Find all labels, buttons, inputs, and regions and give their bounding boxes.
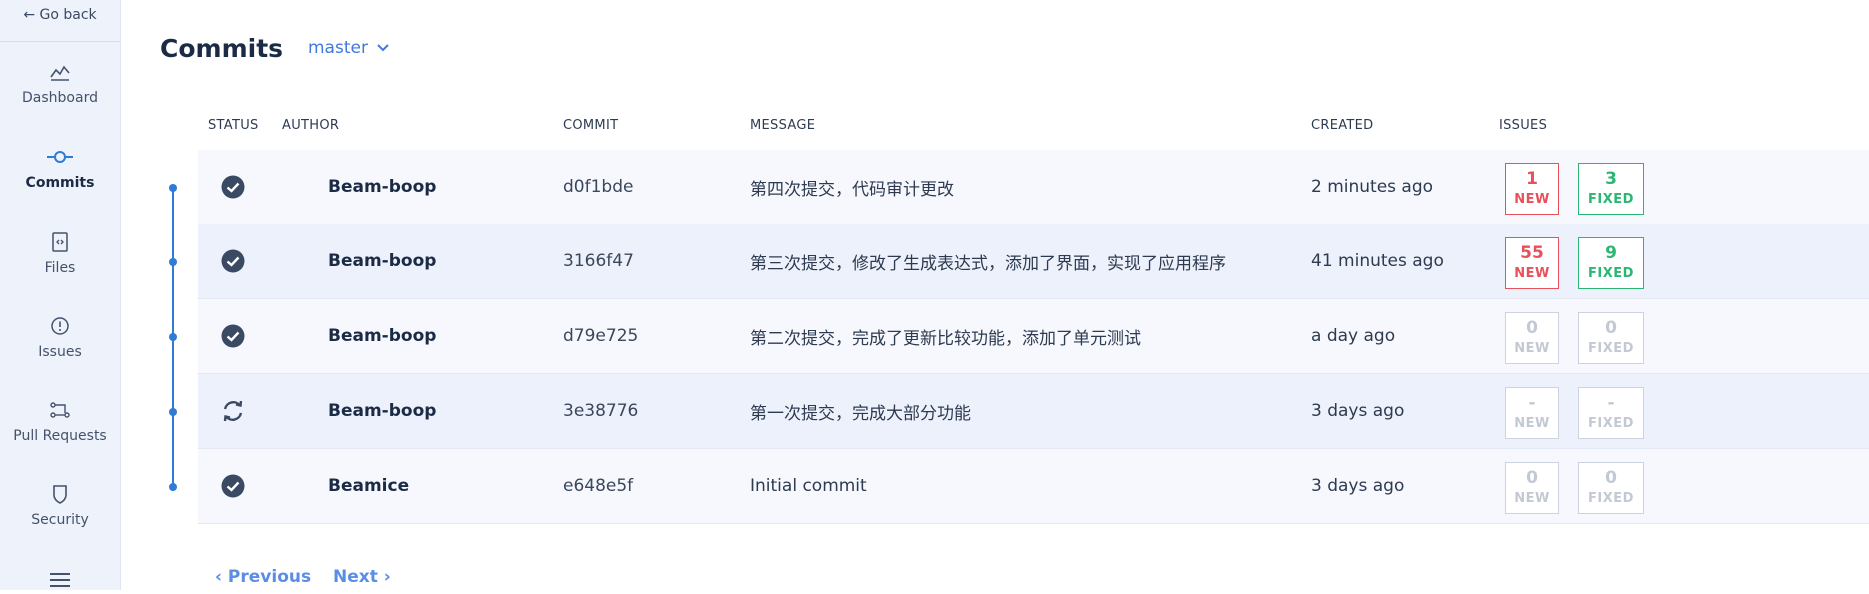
shield-icon: [0, 482, 120, 506]
commit-author[interactable]: Beamice: [328, 449, 409, 523]
check-circle-icon: [220, 224, 248, 298]
fixed-issues-label: FIXED: [1588, 192, 1634, 207]
commit-hash[interactable]: 3166f47: [563, 224, 634, 298]
commit-created: 2 minutes ago: [1311, 177, 1434, 197]
new-issues-label: NEW: [1514, 266, 1550, 281]
new-issues-label: NEW: [1514, 416, 1550, 431]
fixed-issues-count: -: [1607, 393, 1615, 413]
check-circle-icon: [220, 299, 248, 373]
sidebar-item-label: Files: [44, 260, 76, 276]
header-created: CREATED: [1311, 118, 1374, 133]
commit-icon: [0, 145, 120, 169]
commit-message[interactable]: 第二次提交，完成了更新比较功能，添加了单元测试: [750, 299, 1141, 373]
commit-hash[interactable]: 3e38776: [563, 374, 638, 448]
new-issues-count: 55: [1520, 243, 1544, 263]
fixed-issues-label: FIXED: [1588, 491, 1634, 506]
sidebar-item-issues[interactable]: Issues: [0, 314, 120, 384]
alert-circle-icon: [0, 314, 120, 338]
file-code-icon: [0, 230, 120, 254]
new-issues-badge[interactable]: 0 NEW: [1505, 312, 1559, 364]
chevron-down-icon: [376, 38, 390, 58]
sidebar-item-label: Dashboard: [22, 90, 98, 106]
commit-created: a day ago: [1311, 326, 1396, 346]
pull-request-icon: [0, 398, 120, 422]
new-issues-count: 0: [1526, 318, 1538, 338]
new-issues-label: NEW: [1514, 341, 1550, 356]
timeline-dot: [169, 258, 177, 266]
timeline-dot: [169, 483, 177, 491]
commit-hash[interactable]: d0f1bde: [563, 150, 633, 224]
new-issues-count: 0: [1526, 468, 1538, 488]
check-circle-icon: [220, 150, 248, 224]
timeline-dot: [169, 184, 177, 192]
header-issues: ISSUES: [1499, 118, 1548, 133]
new-issues-badge[interactable]: - NEW: [1505, 387, 1559, 439]
branch-name: master: [308, 38, 368, 58]
table-row[interactable]: Beam-boop 3e38776 第一次提交，完成大部分功能 3 days ago -…: [198, 374, 1869, 449]
timeline-dot: [169, 333, 177, 341]
commit-hash[interactable]: e648e5f: [563, 449, 633, 523]
sidebar-item-pull-requests[interactable]: Pull Requests: [0, 398, 120, 468]
list-icon[interactable]: [48, 570, 72, 594]
commit-hash[interactable]: d79e725: [563, 299, 638, 373]
sync-icon: [220, 374, 248, 448]
new-issues-label: NEW: [1514, 491, 1550, 506]
branch-selector[interactable]: master: [308, 38, 390, 58]
page-title: Commits: [160, 34, 284, 63]
fixed-issues-count: 9: [1605, 243, 1617, 263]
commit-created: 3 days ago: [1311, 476, 1405, 496]
commit-message[interactable]: 第三次提交，修改了生成表达式，添加了界面，实现了应用程序: [750, 224, 1226, 298]
table-row[interactable]: Beam-boop d79e725 第二次提交，完成了更新比较功能，添加了单元测试 a…: [198, 299, 1869, 374]
fixed-issues-label: FIXED: [1588, 341, 1634, 356]
commit-author[interactable]: Beam-boop: [328, 224, 436, 298]
header-status: STATUS: [208, 118, 259, 133]
sidebar-item-label: Pull Requests: [13, 428, 107, 444]
header-author: AUTHOR: [282, 118, 340, 133]
sidebar-item-dashboard[interactable]: Dashboard: [0, 60, 120, 130]
commit-message[interactable]: Initial commit: [750, 449, 867, 523]
previous-page-link[interactable]: ‹ Previous: [215, 567, 311, 587]
timeline-dot: [169, 408, 177, 416]
fixed-issues-badge[interactable]: 0 FIXED: [1578, 312, 1644, 364]
new-issues-badge[interactable]: 0 NEW: [1505, 462, 1559, 514]
check-circle-icon: [220, 449, 248, 523]
commit-author[interactable]: Beam-boop: [328, 299, 436, 373]
sidebar: ← Go back Dashboard Commits Files Issues…: [0, 0, 121, 590]
new-issues-count: -: [1528, 393, 1536, 413]
fixed-issues-count: 0: [1605, 318, 1617, 338]
sidebar-item-files[interactable]: Files: [0, 230, 120, 300]
chart-line-icon: [0, 60, 120, 84]
fixed-issues-badge[interactable]: 0 FIXED: [1578, 462, 1644, 514]
header-commit: COMMIT: [563, 118, 619, 133]
fixed-issues-badge[interactable]: 9 FIXED: [1578, 237, 1644, 289]
fixed-issues-count: 0: [1605, 468, 1617, 488]
fixed-issues-badge[interactable]: - FIXED: [1578, 387, 1644, 439]
commit-created: 41 minutes ago: [1311, 251, 1444, 271]
go-back-link[interactable]: ← Go back: [0, 0, 120, 42]
sidebar-item-label: Commits: [25, 175, 95, 191]
commit-message[interactable]: 第四次提交，代码审计更改: [750, 150, 954, 224]
table-row[interactable]: Beam-boop 3166f47 第三次提交，修改了生成表达式，添加了界面，实现了…: [198, 224, 1869, 299]
sidebar-item-commits[interactable]: Commits: [0, 145, 120, 215]
new-issues-badge[interactable]: 55 NEW: [1505, 237, 1559, 289]
table-header: STATUS AUTHOR COMMIT MESSAGE CREATED ISS…: [198, 112, 1869, 151]
new-issues-label: NEW: [1514, 192, 1550, 207]
fixed-issues-badge[interactable]: 3 FIXED: [1578, 163, 1644, 215]
fixed-issues-label: FIXED: [1588, 416, 1634, 431]
new-issues-badge[interactable]: 1 NEW: [1505, 163, 1559, 215]
next-page-link[interactable]: Next ›: [333, 567, 391, 587]
fixed-issues-count: 3: [1605, 169, 1617, 189]
commit-author[interactable]: Beam-boop: [328, 150, 436, 224]
fixed-issues-label: FIXED: [1588, 266, 1634, 281]
commit-created: 3 days ago: [1311, 401, 1405, 421]
header-message: MESSAGE: [750, 118, 816, 133]
sidebar-item-label: Security: [31, 512, 89, 528]
sidebar-item-security[interactable]: Security: [0, 482, 120, 552]
table-row[interactable]: Beamice e648e5f Initial commit 3 days ago 0 N…: [198, 449, 1869, 524]
sidebar-item-label: Issues: [38, 344, 82, 360]
table-row[interactable]: Beam-boop d0f1bde 第四次提交，代码审计更改 2 minutes ag…: [198, 150, 1869, 225]
commit-author[interactable]: Beam-boop: [328, 374, 436, 448]
new-issues-count: 1: [1526, 169, 1538, 189]
commit-message[interactable]: 第一次提交，完成大部分功能: [750, 374, 971, 448]
